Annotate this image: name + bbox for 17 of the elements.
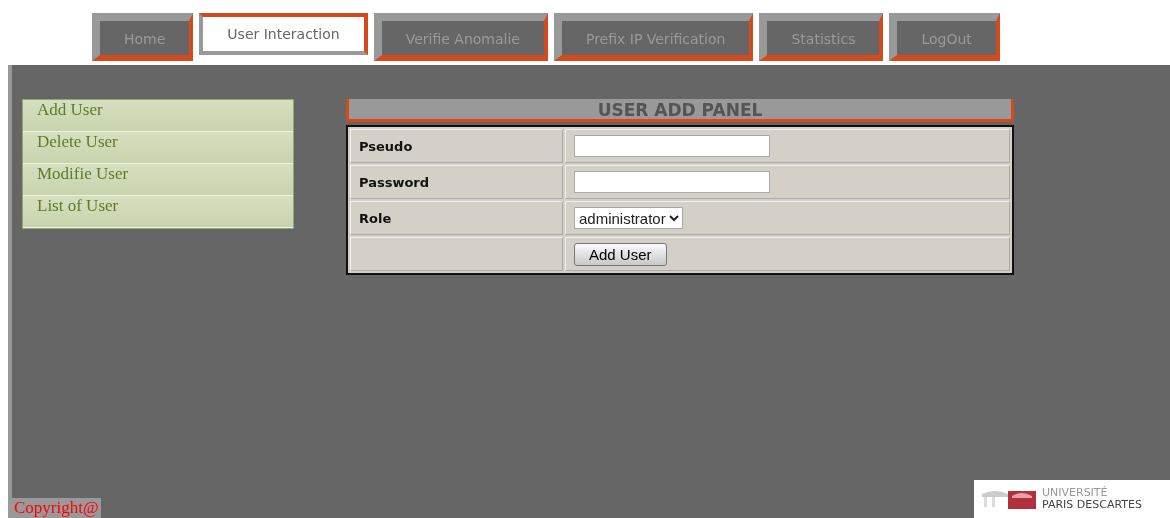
- sidebar-item[interactable]: Delete User: [23, 132, 293, 164]
- password-field[interactable]: [574, 171, 770, 193]
- role-dropdown[interactable]: administrator: [574, 207, 683, 229]
- logo-text: UNIVERSITÉ: [1042, 487, 1109, 499]
- sidebar-item[interactable]: Add User: [23, 100, 293, 132]
- nav-tab[interactable]: User Interaction: [199, 13, 368, 55]
- sidebar-item[interactable]: Modifie User: [23, 164, 293, 196]
- panel-title: USER ADD PANEL: [346, 99, 1014, 122]
- logo-text: PARIS DESCARTES: [1042, 499, 1142, 511]
- field-label: Pseudo: [350, 129, 563, 163]
- field-label: Role: [350, 201, 563, 235]
- building-icon: [980, 488, 1038, 510]
- copyright-text: Copyright@: [12, 498, 101, 518]
- add-user-button[interactable]: Add User: [574, 242, 667, 266]
- field-label: Password: [350, 165, 563, 199]
- input-field[interactable]: [574, 135, 770, 157]
- sidebar-item[interactable]: List of User: [23, 196, 293, 228]
